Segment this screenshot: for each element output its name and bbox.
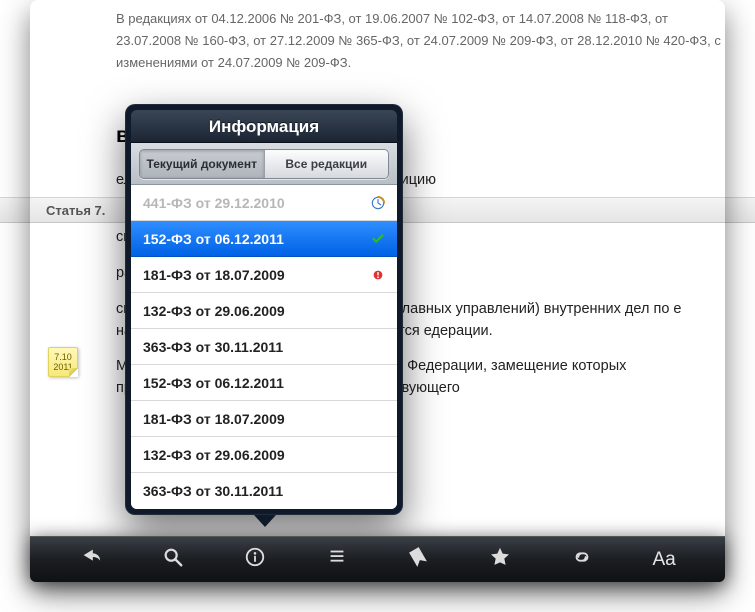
revision-label: 132-ФЗ от 29.06.2009 [143,303,285,319]
revision-row[interactable]: 181-ФЗ от 18.07.2009 [131,401,397,437]
contents-button[interactable] [307,537,367,583]
revision-row[interactable]: 152-ФЗ от 06.12.2011 [131,365,397,401]
segmented-control-bar: Текущий документ Все редакции [131,143,397,185]
back-button[interactable] [61,537,121,583]
link-icon [571,546,593,573]
font-size-button[interactable]: Aa [634,537,694,583]
revision-row[interactable]: 363-ФЗ от 30.11.2011 [131,329,397,365]
status-empty [371,304,385,318]
seg-current-document[interactable]: Текущий документ [140,150,264,178]
revision-label: 363-ФЗ от 30.11.2011 [143,483,283,499]
clock-status-icon [371,196,385,210]
article-label: Статья 7. [46,203,105,218]
check-status-icon [371,232,385,246]
list-icon [326,546,348,573]
status-empty [371,448,385,462]
revision-label: 181-ФЗ от 18.07.2009 [143,411,285,427]
revision-list: 441-ФЗ от 29.12.2010 152-ФЗ от 06.12.2011… [131,185,397,509]
revision-row[interactable]: 441-ФЗ от 29.12.2010 [131,185,397,221]
bottom-toolbar: Aa [30,536,725,582]
bookmark-icon [407,546,429,573]
revision-label: 363-ФЗ от 30.11.2011 [143,339,283,355]
search-icon [162,546,184,573]
revision-label: 441-ФЗ от 29.12.2010 [143,195,285,211]
info-button[interactable] [225,537,285,583]
status-empty [371,484,385,498]
revision-label: 152-ФЗ от 06.12.2011 [143,375,284,391]
revision-row[interactable]: 363-ФЗ от 30.11.2011 [131,473,397,509]
star-icon [489,546,511,573]
link-button[interactable] [552,537,612,583]
search-button[interactable] [143,537,203,583]
revision-row[interactable]: 181-ФЗ от 18.07.2009 [131,257,397,293]
revision-label: 181-ФЗ от 18.07.2009 [143,267,285,283]
favorite-button[interactable] [470,537,530,583]
revision-row[interactable]: 132-ФЗ от 29.06.2009 [131,293,397,329]
segmented-control: Текущий документ Все редакции [139,149,389,179]
revision-label: 152-ФЗ от 06.12.2011 [143,231,284,247]
info-icon [244,546,266,573]
alert-status-icon [371,268,385,282]
revision-row[interactable]: 152-ФЗ от 06.12.2011 [131,221,397,257]
sticky-note-text: 7.10 2011 [49,352,77,372]
status-empty [371,412,385,426]
font-size-label: Aa [652,549,675,571]
info-popover: Информация Текущий документ Все редакции… [125,104,403,515]
popover-title: Информация [131,110,397,143]
sticky-note[interactable]: 7.10 2011 [48,347,78,377]
status-empty [371,376,385,390]
revision-label: 132-ФЗ от 29.06.2009 [143,447,285,463]
revision-row[interactable]: 132-ФЗ от 29.06.2009 [131,437,397,473]
revisions-note: В редакциях от 04.12.2006 № 201-ФЗ, от 1… [116,8,725,74]
status-empty [371,340,385,354]
back-arrow-icon [80,546,102,573]
seg-all-revisions[interactable]: Все редакции [264,150,389,178]
bookmark-button[interactable] [388,537,448,583]
